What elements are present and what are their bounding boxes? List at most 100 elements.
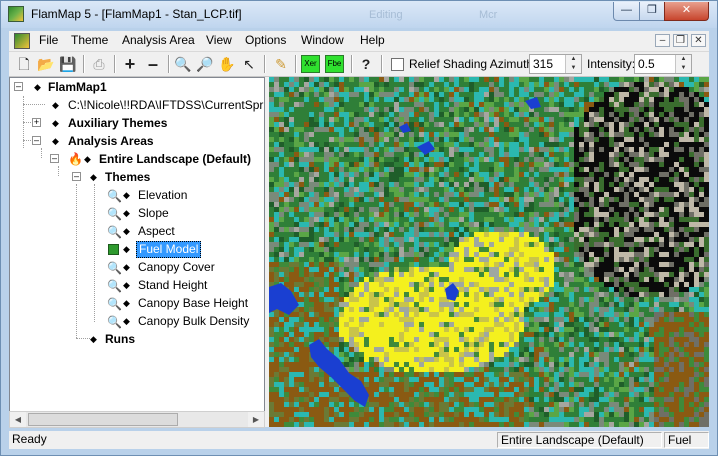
scroll-left-icon[interactable]: ◀: [10, 412, 26, 427]
fuel-fbe-button[interactable]: Fbe: [325, 55, 344, 73]
status-ready: Ready: [12, 432, 47, 446]
scroll-thumb[interactable]: [28, 413, 178, 426]
collapse-icon[interactable]: –: [14, 82, 23, 91]
toolbar-separator: [295, 55, 297, 73]
menu-window[interactable]: Window: [300, 33, 345, 47]
theme-item-fuel-model[interactable]: ◆ Fuel Model: [10, 240, 264, 258]
open-folder-icon: 📂: [37, 56, 55, 72]
menu-help[interactable]: Help: [359, 33, 386, 47]
document-icon[interactable]: [14, 33, 30, 49]
mdi-close-button[interactable]: ✕: [691, 34, 706, 47]
open-button[interactable]: 📂: [36, 54, 56, 74]
magnifier-icon: 🔍: [107, 225, 122, 239]
theme-item-canopy-cover[interactable]: 🔍 ◆ Canopy Cover: [10, 258, 264, 276]
node-diamond-icon: ◆: [123, 244, 130, 254]
node-diamond-icon: ◆: [52, 136, 59, 146]
question-help-icon: ?: [361, 56, 371, 72]
node-diamond-icon: ◆: [52, 118, 59, 128]
tree-path-label: C:\!Nicole\!!RDA\IFTDSS\CurrentSprin: [68, 98, 265, 112]
node-diamond-icon: ◆: [123, 190, 130, 200]
landscape-raster[interactable]: [269, 77, 709, 427]
theme-label: Slope: [138, 206, 169, 220]
toolbar-separator: [168, 55, 170, 73]
fuel-xer-button[interactable]: Xer: [301, 55, 320, 73]
tree-node-runs[interactable]: ◆ Runs: [10, 330, 264, 348]
azimuth-spin-arrows[interactable]: ▲ ▼: [565, 55, 581, 73]
pan-button[interactable]: ✋: [217, 54, 237, 74]
node-diamond-icon: ◆: [52, 100, 59, 110]
tree-node-themes[interactable]: – ◆ Themes: [10, 168, 264, 186]
theme-label: Aspect: [138, 224, 175, 238]
menu-file[interactable]: File: [38, 33, 59, 47]
tree-horizontal-scrollbar[interactable]: ◀ ▶: [9, 411, 265, 428]
intensity-spinbox[interactable]: 0.5 ▲ ▼: [634, 54, 692, 74]
theme-item-canopy-bulk-density[interactable]: 🔍 ◆ Canopy Bulk Density: [10, 312, 264, 330]
relief-shading-checkbox[interactable]: [391, 58, 404, 71]
intensity-spin-arrows[interactable]: ▲ ▼: [675, 55, 691, 73]
tree-analysis-areas-label: Analysis Areas: [68, 134, 154, 148]
theme-item-aspect[interactable]: 🔍 ◆ Aspect: [10, 222, 264, 240]
maximize-button[interactable]: ❐: [639, 2, 665, 21]
fuel-model-map[interactable]: [269, 77, 709, 427]
toolbar-separator: [114, 55, 116, 73]
mdi-minimize-button[interactable]: –: [655, 34, 670, 47]
node-diamond-icon: ◆: [34, 82, 41, 92]
collapse-icon[interactable]: –: [32, 136, 41, 145]
theme-item-elevation[interactable]: 🔍 ◆ Elevation: [10, 186, 264, 204]
new-document-icon: 🗋: [18, 56, 30, 72]
node-diamond-icon: ◆: [123, 298, 130, 308]
tree-node-analysis-areas[interactable]: – ◆ Analysis Areas: [10, 132, 264, 150]
status-theme: Fuel: [664, 432, 709, 448]
menu-view[interactable]: View: [205, 33, 233, 47]
zoom-in-button[interactable]: 🔍: [173, 54, 193, 74]
add-button[interactable]: +: [120, 54, 140, 74]
magnifier-icon: 🔍: [107, 261, 122, 275]
print-button[interactable]: ⎙: [89, 54, 109, 74]
zoom-out-button[interactable]: 🔎: [195, 54, 215, 74]
node-diamond-icon: ◆: [123, 226, 130, 236]
theme-item-canopy-base-height[interactable]: 🔍 ◆ Canopy Base Height: [10, 294, 264, 312]
theme-item-slope[interactable]: 🔍 ◆ Slope: [10, 204, 264, 222]
magnifier-icon: 🔍: [107, 189, 122, 203]
pencil-icon: ✎: [275, 56, 287, 72]
mdi-restore-button[interactable]: ❐: [673, 34, 688, 47]
magnifier-icon: 🔍: [107, 315, 122, 329]
theme-label: Canopy Bulk Density: [138, 314, 250, 328]
background-window-label: Mcr: [479, 9, 498, 21]
close-button[interactable]: ✕: [664, 2, 709, 21]
project-tree[interactable]: – ◆ FlamMap1 ◆ C:\!Nicole\!!RDA\IFTDSS\C…: [9, 77, 265, 427]
tree-node-landscape[interactable]: – 🔥 ◆ Entire Landscape (Default): [10, 150, 264, 168]
azimuth-spinbox[interactable]: 315 ▲ ▼: [529, 54, 582, 74]
tree-node-root[interactable]: – ◆ FlamMap1: [10, 78, 264, 96]
menu-options[interactable]: Options: [244, 33, 287, 47]
background-window-label: Editing: [369, 9, 403, 21]
collapse-icon[interactable]: –: [50, 154, 59, 163]
tree-node-path[interactable]: ◆ C:\!Nicole\!!RDA\IFTDSS\CurrentSprin: [10, 96, 264, 114]
new-button[interactable]: 🗋: [14, 54, 34, 74]
menu-theme[interactable]: Theme: [70, 33, 109, 47]
node-diamond-icon: ◆: [90, 334, 97, 344]
flammap-app-icon[interactable]: [8, 6, 24, 22]
minimize-button[interactable]: —: [613, 2, 640, 21]
tree-node-auxiliary[interactable]: + ◆ Auxiliary Themes: [10, 114, 264, 132]
pointer-button[interactable]: ↖: [239, 54, 259, 74]
scroll-right-icon[interactable]: ▶: [248, 412, 264, 427]
fuel-model-active-icon: [108, 244, 119, 255]
menu-bar: File Theme Analysis Area View Options Wi…: [9, 31, 709, 52]
minimize-icon: –: [659, 35, 666, 46]
title-bar[interactable]: FlamMap 5 - [FlamMap1 - Stan_LCP.tif] Ed…: [1, 1, 717, 28]
menu-analysis-area[interactable]: Analysis Area: [121, 33, 196, 47]
toolbar-separator: [83, 55, 85, 73]
theme-item-stand-height[interactable]: 🔍 ◆ Stand Height: [10, 276, 264, 294]
help-button[interactable]: ?: [356, 54, 376, 74]
save-button[interactable]: 💾: [58, 54, 78, 74]
collapse-icon[interactable]: –: [72, 172, 81, 181]
edit-button[interactable]: ✎: [271, 54, 291, 74]
theme-label-selected: Fuel Model: [136, 241, 202, 258]
node-diamond-icon: ◆: [84, 154, 91, 164]
expand-icon[interactable]: +: [32, 118, 41, 127]
close-icon: ✕: [681, 4, 692, 16]
remove-button[interactable]: –: [143, 54, 163, 74]
magnifier-icon: 🔍: [107, 297, 122, 311]
hand-pan-icon: ✋: [218, 56, 236, 72]
